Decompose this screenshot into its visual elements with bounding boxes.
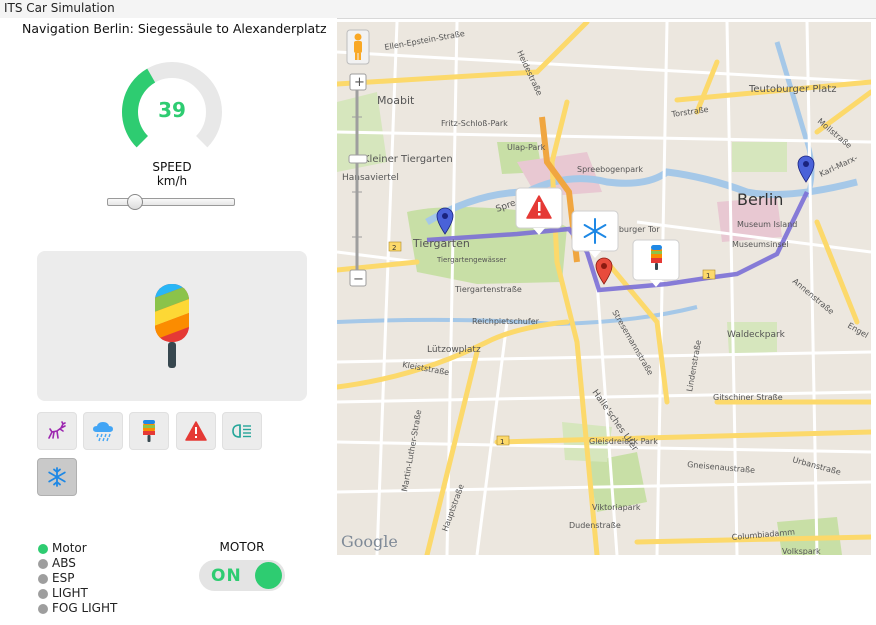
map-label-lutzowplatz: Lützowplatz <box>427 345 481 355</box>
map-label-fritz-schloss: Fritz-Schloß-Park <box>441 119 508 128</box>
popsicle-button[interactable] <box>129 412 169 450</box>
snowflake-button[interactable] <box>37 458 77 496</box>
status-label: LIGHT <box>52 586 88 600</box>
snowflake-icon <box>48 467 66 487</box>
svg-text:1: 1 <box>500 438 504 446</box>
motor-toggle-knob[interactable] <box>255 562 282 589</box>
map-label-tiergartenstrasse: Tiergartenstraße <box>454 285 522 294</box>
status-label: ABS <box>52 556 76 570</box>
map-label-martin-luther: Martin-Luther-Straße <box>400 409 423 492</box>
zoom-out-label: − <box>353 272 364 287</box>
warning-marker[interactable] <box>515 187 563 235</box>
map-label-kleiner-tiergarten: Kleiner Tiergarten <box>363 154 453 165</box>
map-view[interactable]: Moabit Kleiner Tiergarten Hansaviertel T… <box>337 22 871 555</box>
status-label: Motor <box>52 541 87 555</box>
road-badge: 1 <box>702 269 716 280</box>
status-indicator-dot <box>38 589 48 599</box>
pegman-icon[interactable] <box>346 29 370 65</box>
status-indicator-dot <box>38 574 48 584</box>
warning-button[interactable] <box>176 412 216 450</box>
map-label-teutoburger: Teutoburger Platz <box>748 84 836 95</box>
status-item-light: LIGHT <box>37 586 117 601</box>
status-list: Motor ABS ESP LIGHT FOG LIGHT <box>37 541 117 616</box>
rain-cloud-icon <box>93 422 113 442</box>
status-indicator-dot <box>38 559 48 569</box>
map-label-gleisdreieck: Gleisdreieck Park <box>589 437 658 446</box>
map-label-waldeckpark: Waldeckpark <box>727 330 786 340</box>
status-indicator-dot <box>38 604 48 614</box>
zoom-slider-handle[interactable] <box>348 154 368 164</box>
snowflake-marker[interactable] <box>571 210 619 258</box>
map-canvas[interactable]: Moabit Kleiner Tiergarten Hansaviertel T… <box>337 22 871 555</box>
speed-slider-thumb[interactable] <box>127 194 143 210</box>
control-panel: Navigation Berlin: Siegessäule to Alexan… <box>0 18 337 625</box>
speed-value: 39 <box>158 98 186 122</box>
speed-label: SPEED km/h <box>122 160 222 188</box>
status-label: ESP <box>52 571 75 585</box>
road-badge: 1 <box>496 435 510 446</box>
popsicle-marker[interactable] <box>632 239 680 287</box>
map-attribution: Google <box>341 532 398 551</box>
window-title: ITS Car Simulation <box>4 1 115 15</box>
zoom-in-label: + <box>354 75 365 90</box>
motor-label: MOTOR <box>219 540 265 554</box>
svg-text:2: 2 <box>392 244 396 252</box>
map-label-moabit: Moabit <box>377 94 415 107</box>
status-label: FOG LIGHT <box>52 601 118 615</box>
map-label-dudenstrasse: Dudenstraße <box>569 521 621 530</box>
map-label-city: Berlin <box>737 190 783 209</box>
status-item-fog-light: FOG LIGHT <box>37 601 117 616</box>
status-item-motor: Motor <box>37 541 117 556</box>
motor-toggle[interactable]: ON <box>199 560 285 591</box>
map-label-karl-marx: Karl-Marx- <box>818 153 859 178</box>
rain-button[interactable] <box>83 412 123 450</box>
motor-toggle-state: ON <box>211 566 242 586</box>
map-label-museum-island: Museum Island <box>737 220 797 229</box>
status-item-abs: ABS <box>37 556 117 571</box>
map-label-tiergarten: Tiergarten <box>412 237 470 250</box>
window-titlebar: ITS Car Simulation <box>0 0 876 19</box>
map-label-lindenstrasse: Lindenstraße <box>685 339 703 392</box>
navigation-title: Navigation Berlin: Siegessäule to Alexan… <box>22 21 327 36</box>
map-label-reichpietschufer: Reichpietschufer <box>472 317 540 326</box>
map-label-ulap-park: Ulap-Park <box>507 143 546 152</box>
map-label-spreebogenpark: Spreebogenpark <box>577 165 643 174</box>
map-label-viktoriapark: Viktoriapark <box>592 503 641 512</box>
map-label-museumsinsel: Museumsinsel <box>732 240 789 249</box>
map-label-tiergartengewaesser: Tiergartengewässer <box>436 256 507 264</box>
status-item-esp: ESP <box>37 571 117 586</box>
fog-light-button[interactable] <box>222 412 262 450</box>
map-label-gitschiner: Gitschiner Straße <box>713 393 783 402</box>
warning-icon <box>185 421 207 441</box>
speed-label-text: SPEED <box>152 160 192 174</box>
map-label-gneisenaustrasse: Gneisenaustraße <box>687 460 756 475</box>
map-label-hansaviertel: Hansaviertel <box>342 173 399 183</box>
car-position-pin-icon[interactable] <box>595 257 613 285</box>
speed-unit: km/h <box>156 174 188 188</box>
popsicle-icon <box>155 284 189 368</box>
map-label-volkspark: Volkspark <box>782 547 821 555</box>
status-indicator-dot <box>38 544 48 554</box>
svg-text:1: 1 <box>706 272 710 280</box>
event-preview <box>37 251 307 401</box>
map-label-torstrasse: Torstraße <box>670 105 709 119</box>
speed-slider[interactable] <box>107 194 235 210</box>
fog-light-icon <box>232 424 251 438</box>
road-badge: 2 <box>388 241 402 252</box>
deer-button[interactable] <box>37 412 77 450</box>
popsicle-icon <box>143 420 155 442</box>
deer-icon <box>48 421 66 439</box>
